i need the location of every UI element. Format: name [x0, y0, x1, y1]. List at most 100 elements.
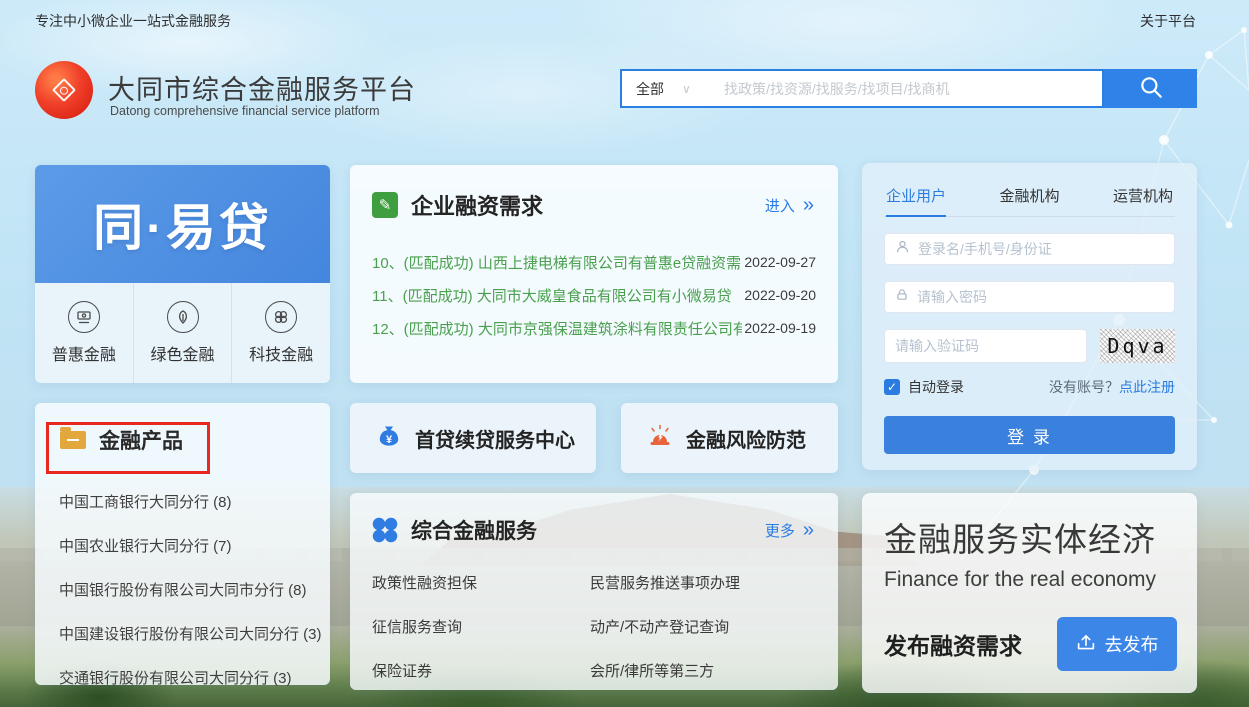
- risk-prevention-title: 金融风险防范: [686, 424, 806, 453]
- service-link[interactable]: 保险证券: [372, 660, 590, 681]
- finance-category-label: 普惠金融: [52, 341, 116, 365]
- platform-subtitle: Datong comprehensive financial service p…: [110, 104, 380, 118]
- tongyidai-card: 同·易贷 普惠金融 绿色金融 科技金融: [35, 165, 330, 383]
- need-text: 11、(匹配成功) 大同市大威皇食品有限公司有小微易贷（...: [372, 285, 742, 306]
- captcha-field-wrap: [884, 329, 1087, 363]
- inclusive-finance-item[interactable]: 普惠金融: [35, 283, 133, 383]
- finance-category-label: 科技金融: [249, 341, 313, 365]
- auto-login-label: 自动登录: [908, 377, 964, 397]
- money-bag-icon: ¥: [376, 423, 402, 454]
- tab-operating-institution[interactable]: 运营机构: [1113, 185, 1173, 216]
- captcha-input[interactable]: [895, 338, 1076, 354]
- inclusive-finance-icon: [68, 301, 100, 333]
- financing-needs-list: 10、(匹配成功) 山西上捷电梯有限公司有普惠e贷融资需... 2022-09-…: [350, 251, 838, 339]
- need-date: 2022-09-20: [744, 287, 816, 303]
- captcha-row: Dqva: [884, 329, 1175, 363]
- double-chevron-icon: »: [803, 520, 814, 540]
- financing-needs-header: ✎ 企业融资需求 进入 »: [350, 165, 838, 221]
- password-input[interactable]: [917, 289, 1164, 305]
- service-link[interactable]: 动产/不动产登记查询: [590, 616, 818, 637]
- service-link[interactable]: 民营服务推送事项办理: [590, 572, 818, 593]
- need-text: 10、(匹配成功) 山西上捷电梯有限公司有普惠e贷融资需...: [372, 252, 742, 273]
- bank-list: 中国工商银行大同分行 (8) 中国农业银行大同分行 (7) 中国银行股份有限公司…: [59, 491, 330, 688]
- clover-dots-icon: [372, 517, 398, 543]
- login-button[interactable]: 登 录: [884, 416, 1175, 454]
- tongyidai-banner[interactable]: 同·易贷: [35, 165, 330, 283]
- platform-logo: [35, 61, 93, 119]
- tab-enterprise-user[interactable]: 企业用户: [886, 185, 946, 217]
- go-publish-button[interactable]: 去发布: [1057, 617, 1177, 671]
- service-link[interactable]: 会所/律所等第三方: [590, 660, 818, 681]
- list-item[interactable]: 中国农业银行大同分行 (7): [59, 535, 330, 556]
- login-panel: 企业用户 金融机构 运营机构 Dqva ✓ 自动登录 没有账号？ 点此: [862, 163, 1197, 470]
- cta-row: 发布融资需求 去发布: [884, 617, 1177, 671]
- enter-link[interactable]: 进入 »: [765, 195, 814, 216]
- topbar-slogan: 专注中小微企业一站式金融服务: [35, 11, 231, 31]
- more-label: 更多: [765, 520, 795, 541]
- financial-products-header[interactable]: 金融产品: [60, 425, 330, 455]
- password-field-wrap: [884, 281, 1175, 313]
- username-input[interactable]: [918, 241, 1164, 257]
- tech-finance-item[interactable]: 科技金融: [231, 283, 330, 383]
- financial-products-title: 金融产品: [99, 425, 183, 455]
- alarm-icon: [647, 424, 673, 453]
- folder-icon: [60, 431, 86, 449]
- list-item[interactable]: 10、(匹配成功) 山西上捷电梯有限公司有普惠e贷融资需... 2022-09-…: [372, 251, 816, 273]
- list-item[interactable]: 中国工商银行大同分行 (8): [59, 491, 330, 512]
- go-publish-label: 去发布: [1105, 631, 1159, 657]
- auto-login-checkbox[interactable]: ✓: [884, 379, 900, 395]
- risk-prevention-card[interactable]: 金融风险防范: [621, 403, 838, 473]
- finance-categories: 普惠金融 绿色金融 科技金融: [35, 283, 330, 383]
- need-date: 2022-09-19: [744, 320, 816, 336]
- search-bar: 全部 ∨: [620, 69, 1197, 108]
- need-text: 12、(匹配成功) 大同市京强保温建筑涂料有限责任公司有...: [372, 318, 742, 339]
- first-loan-center-card[interactable]: ¥ 首贷续贷服务中心: [350, 403, 596, 473]
- list-item[interactable]: 11、(匹配成功) 大同市大威皇食品有限公司有小微易贷（... 2022-09-…: [372, 284, 816, 306]
- real-economy-card: 金融服务实体经济 Finance for the real economy 发布…: [862, 493, 1197, 693]
- auto-login-row: ✓ 自动登录 没有账号？ 点此注册: [884, 378, 1175, 396]
- list-item[interactable]: 交通银行股份有限公司大同分行 (3): [59, 667, 330, 688]
- search-icon: [1138, 74, 1164, 103]
- list-item[interactable]: 12、(匹配成功) 大同市京强保温建筑涂料有限责任公司有... 2022-09-…: [372, 317, 816, 339]
- no-account-text: 没有账号？: [1049, 377, 1119, 397]
- list-item[interactable]: 中国建设银行股份有限公司大同分行 (3): [59, 623, 330, 644]
- captcha-image[interactable]: Dqva: [1100, 329, 1175, 363]
- financial-products-card: 金融产品 中国工商银行大同分行 (8) 中国农业银行大同分行 (7) 中国银行股…: [35, 403, 330, 685]
- real-economy-subtitle: Finance for the real economy: [884, 568, 1177, 592]
- user-icon: [895, 239, 910, 259]
- page: 专注中小微企业一站式金融服务 关于平台 大同市综合金融服务平台 Datong c…: [0, 0, 1249, 707]
- green-finance-item[interactable]: 绿色金融: [133, 283, 232, 383]
- need-date: 2022-09-27: [744, 254, 816, 270]
- chevron-down-icon: ∨: [682, 82, 691, 96]
- comprehensive-services-header: 综合金融服务 更多 »: [372, 515, 814, 545]
- document-pen-icon: ✎: [372, 192, 398, 218]
- search-category-select[interactable]: 全部 ∨: [622, 79, 708, 99]
- coin-glyph: [52, 78, 76, 102]
- publish-needs-label: 发布融资需求: [884, 627, 1022, 661]
- financing-needs-title: 企业融资需求: [411, 189, 543, 221]
- about-platform-link[interactable]: 关于平台: [1140, 11, 1196, 31]
- search-button[interactable]: [1104, 69, 1197, 108]
- services-grid: 政策性融资担保 民营服务推送事项办理 征信服务查询 动产/不动产登记查询 保险证…: [372, 572, 818, 681]
- tab-financial-institution[interactable]: 金融机构: [999, 185, 1059, 216]
- comprehensive-services-card: 综合金融服务 更多 » 政策性融资担保 民营服务推送事项办理 征信服务查询 动产…: [350, 493, 838, 690]
- platform-title: 大同市综合金融服务平台: [108, 68, 416, 107]
- enter-label: 进入: [765, 195, 795, 216]
- search-category-value: 全部: [636, 79, 664, 99]
- first-loan-center-title: 首贷续贷服务中心: [415, 424, 575, 453]
- upload-icon: [1076, 633, 1096, 656]
- real-economy-title: 金融服务实体经济: [884, 513, 1177, 561]
- more-link[interactable]: 更多 »: [765, 520, 814, 541]
- search-input[interactable]: [708, 81, 1102, 97]
- list-item[interactable]: 中国银行股份有限公司大同市分行 (8): [59, 579, 330, 600]
- finance-category-label: 绿色金融: [151, 341, 215, 365]
- username-field-wrap: [884, 233, 1175, 265]
- financing-needs-card: ✎ 企业融资需求 进入 » 10、(匹配成功) 山西上捷电梯有限公司有普惠e贷融…: [350, 165, 838, 383]
- register-link[interactable]: 点此注册: [1119, 377, 1175, 397]
- comprehensive-services-title: 综合金融服务: [411, 515, 537, 545]
- service-link[interactable]: 政策性融资担保: [372, 572, 590, 593]
- service-link[interactable]: 征信服务查询: [372, 616, 590, 637]
- double-chevron-icon: »: [803, 195, 814, 215]
- lock-icon: [895, 287, 909, 307]
- svg-text:¥: ¥: [386, 434, 393, 446]
